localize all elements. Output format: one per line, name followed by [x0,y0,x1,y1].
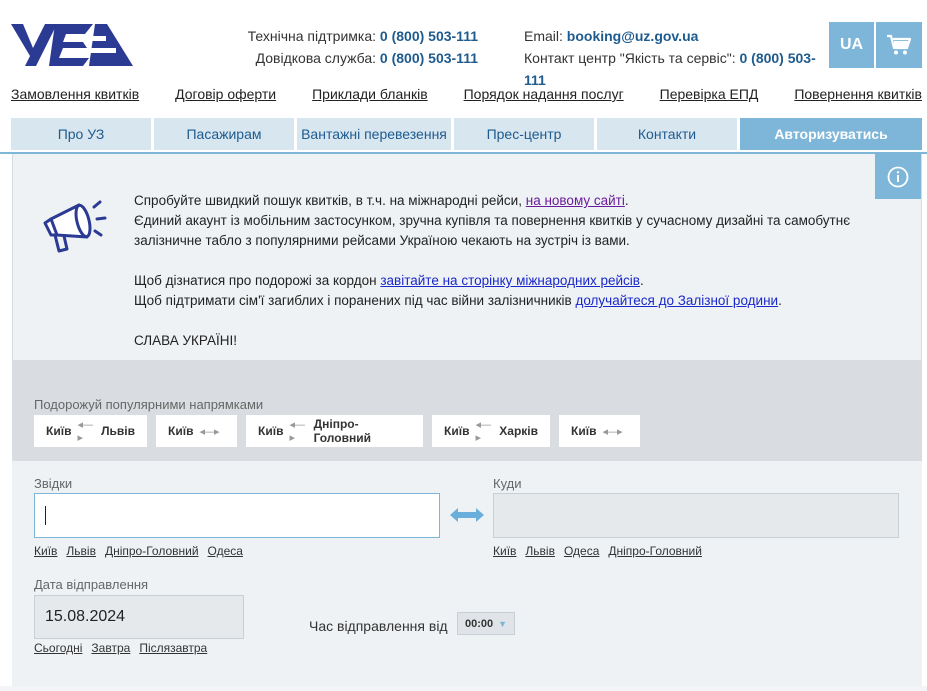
date-quick-links: Сьогодні Завтра Післязавтра [34,641,207,655]
notice-panel: Спробуйте швидкий пошук квитків, в т.ч. … [12,154,922,360]
support-contacts: Технічна підтримка: 0 (800) 503-111 Дові… [230,25,478,69]
time-select[interactable]: 00:00 ▼ [457,612,515,635]
search-form: Звідки Київ Львів Дніпро-Головний Одеса … [12,461,922,686]
top-links: Замовлення квитків Договір оферти Прикла… [11,86,922,102]
route-arrow-icon: ◂—▸ [602,425,622,438]
cart-button[interactable] [876,22,922,68]
tab-contacts[interactable]: Контакти [597,118,737,150]
to-quick-link[interactable]: Львів [525,544,555,558]
swap-direction-icon[interactable] [448,507,486,523]
route-to: Львів [101,424,135,438]
login-button[interactable]: Авторизуватись [740,118,922,150]
route-to: Харків [499,424,538,438]
language-button[interactable]: UA [829,22,874,68]
megaphone-icon [43,200,107,253]
from-quick-link[interactable]: Львів [66,544,96,558]
date-today-link[interactable]: Сьогодні [34,641,82,655]
route-arrow-icon: ◂—▸ [199,425,219,438]
from-input[interactable] [34,493,440,538]
to-quick-link[interactable]: Київ [493,544,516,558]
notice-line2: Єдиний акаунт із мобільним застосунком, … [134,213,851,248]
date-label: Дата відправлення [34,577,149,592]
link-offer-contract[interactable]: Договір оферти [175,86,276,102]
notice-text: Спробуйте швидкий пошук квитків, в т.ч. … [134,191,914,351]
route-from: Київ [46,424,72,438]
route-button[interactable]: Київ ◂—▸ [559,415,640,447]
to-quick-link[interactable]: Дніпро-Головний [608,544,702,558]
info-label: Довідкова служба: [255,50,377,66]
tab-cargo[interactable]: Вантажні перевезення [297,118,451,150]
notice-line1-text: Спробуйте швидкий пошук квитків, в т.ч. … [134,193,526,208]
info-phone[interactable]: 0 (800) 503-111 [380,50,478,66]
tab-press-center[interactable]: Прес-центр [454,118,594,150]
route-from: Київ [168,424,194,438]
to-input[interactable] [493,493,899,538]
popular-title: Подорожуй популярними напрямками [34,397,264,412]
date-input[interactable]: 15.08.2024 [34,595,244,639]
route-button[interactable]: Київ ◂—▸ Дніпро-Головний [246,415,423,447]
link-order-tickets[interactable]: Замовлення квитків [11,86,139,102]
link-form-samples[interactable]: Приклади бланків [312,86,428,102]
time-label: Час відправлення від [309,618,448,634]
email-link[interactable]: booking@uz.gov.ua [567,28,699,44]
cart-icon [887,34,912,55]
caret-down-icon: ▼ [498,618,507,629]
to-quick-links: Київ Львів Одеса Дніпро-Головний [493,544,702,558]
link-check-epd[interactable]: Перевірка ЕПД [660,86,759,102]
route-button[interactable]: Київ ◂—▸ Харків [432,415,550,447]
notice-line1-end: . [624,193,629,208]
route-arrow-icon: ◂—▸ [77,419,93,444]
routes-list: Київ ◂—▸ Львів Київ ◂—▸ Київ ◂—▸ Дніпро-… [34,415,640,447]
date-after-tomorrow-link[interactable]: Післязавтра [139,641,207,655]
support-phone[interactable]: 0 (800) 503-111 [380,28,478,44]
from-quick-link[interactable]: Дніпро-Головний [105,544,199,558]
date-tomorrow-link[interactable]: Завтра [91,641,130,655]
link-ticket-return[interactable]: Повернення квитків [794,86,922,102]
from-quick-link[interactable]: Одеса [208,544,243,558]
route-arrow-icon: ◂—▸ [289,419,305,444]
glory-text: СЛАВА УКРАЇНІ! [134,333,238,348]
route-from: Київ [444,424,470,438]
time-value: 00:00 [465,617,494,630]
route-from: Київ [571,424,597,438]
route-to: Дніпро-Головний [313,417,371,445]
route-button[interactable]: Київ ◂—▸ Львів [34,415,147,447]
main-nav: Про УЗ Пасажирам Вантажні перевезення Пр… [11,118,922,150]
route-arrow-icon: ◂—▸ [475,419,491,444]
iron-family-link[interactable]: долучайтеся до Залізної родини [575,293,778,308]
info-icon [887,166,909,187]
email-contacts: Email: booking@uz.gov.ua Контакт центр "… [524,25,824,91]
notice-line4-end: . [778,293,782,308]
text-cursor [45,506,46,525]
route-from: Київ [258,424,284,438]
uz-logo[interactable] [11,22,133,68]
from-quick-link[interactable]: Київ [34,544,57,558]
email-label: Email: [524,28,563,44]
notice-line3-text: Щоб дізнатися про подорожі за кордон [134,273,381,288]
from-label: Звідки [34,476,73,491]
new-site-link[interactable]: на новому сайті [526,193,625,208]
tab-passengers[interactable]: Пасажирам [154,118,294,150]
bottom-border [0,686,927,691]
to-quick-link[interactable]: Одеса [564,544,599,558]
to-label: Куди [493,476,522,491]
route-button[interactable]: Київ ◂—▸ [156,415,237,447]
contact-center-label: Контакт центр "Якість та сервіс": [524,50,736,66]
popular-routes-panel: Подорожуй популярними напрямками Київ ◂—… [12,360,922,461]
international-link[interactable]: завітайте на сторінку міжнародних рейсів [380,273,640,288]
support-label: Технічна підтримка: [247,28,377,44]
notice-line4-text: Щоб підтримати сім'ї загиблих і поранени… [134,293,576,308]
notice-line3-end: . [639,273,644,288]
link-service-procedure[interactable]: Порядок надання послуг [464,86,624,102]
tab-about[interactable]: Про УЗ [11,118,151,150]
from-quick-links: Київ Львів Дніпро-Головний Одеса [34,544,243,558]
